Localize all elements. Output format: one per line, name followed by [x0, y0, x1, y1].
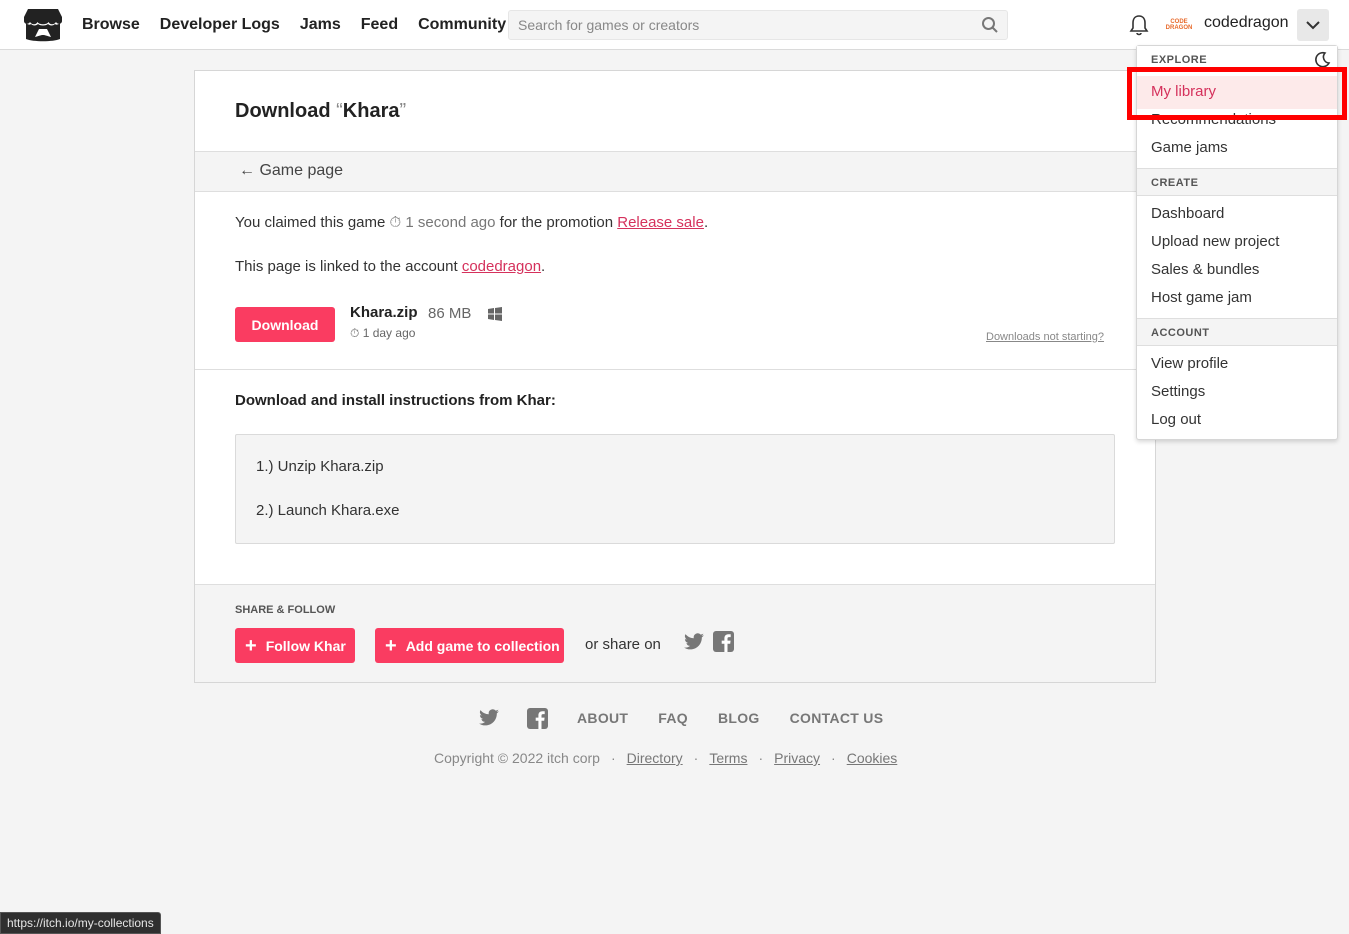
- promotion-link[interactable]: Release sale: [617, 214, 704, 231]
- arrow-left-icon: ←: [239, 162, 260, 179]
- follow-button[interactable]: + Follow Khar: [235, 628, 355, 663]
- instructions-box: 1.) Unzip Khara.zip 2.) Launch Khara.exe: [235, 434, 1115, 544]
- top-header: Browse Developer Logs Jams Feed Communit…: [0, 0, 1349, 50]
- footer-legal: Copyright © 2022 itch corp · Directory ·…: [434, 750, 898, 766]
- user-menu-toggle-button[interactable]: [1297, 9, 1329, 41]
- search-input[interactable]: [509, 11, 969, 39]
- game-name: Khara: [342, 100, 400, 122]
- claimed-message: You claimed this game ⏱ 1 second ago for…: [235, 214, 709, 231]
- menu-log-out[interactable]: Log out: [1151, 411, 1201, 428]
- plus-icon: +: [245, 634, 257, 657]
- menu-settings[interactable]: Settings: [1151, 383, 1205, 400]
- menu-sales-bundles[interactable]: Sales & bundles: [1151, 261, 1259, 278]
- username-label[interactable]: codedragon: [1204, 14, 1289, 32]
- linked-account-link[interactable]: codedragon: [462, 258, 541, 275]
- facebook-icon[interactable]: [527, 707, 548, 729]
- footer-contact-link[interactable]: CONTACT US: [790, 710, 884, 726]
- or-share-label: or share on: [585, 636, 661, 653]
- nav-community[interactable]: Community: [418, 16, 506, 34]
- avatar[interactable]: CODE DRAGON: [1165, 12, 1193, 38]
- menu-upload-new-project[interactable]: Upload new project: [1151, 233, 1279, 250]
- footer-directory-link[interactable]: Directory: [627, 750, 683, 766]
- footer-terms-link[interactable]: Terms: [709, 750, 747, 766]
- create-section-header: CREATE: [1137, 168, 1337, 196]
- share-section: SHARE & FOLLOW + Follow Khar + Add game to…: [195, 584, 1155, 682]
- highlight-box: [1127, 67, 1347, 120]
- search-icon[interactable]: [981, 16, 999, 34]
- browser-status-bar: https://itch.io/my-collections: [0, 912, 161, 934]
- stopwatch-icon: ⏱: [389, 214, 406, 231]
- add-to-collection-button[interactable]: + Add game to collection: [375, 628, 564, 663]
- game-page-link[interactable]: ← Game page: [239, 162, 343, 180]
- nav-jams[interactable]: Jams: [300, 16, 341, 34]
- menu-dashboard[interactable]: Dashboard: [1151, 205, 1224, 222]
- file-date: ⏱ 1 day ago: [350, 326, 416, 340]
- file-name: Khara.zip: [350, 304, 418, 321]
- chevron-down-icon: [1306, 21, 1320, 30]
- twitter-icon[interactable]: [478, 709, 500, 727]
- download-button[interactable]: Download: [235, 307, 335, 342]
- download-card: Download “Khara” ← Game page You claimed…: [194, 70, 1156, 683]
- plus-icon: +: [385, 634, 397, 657]
- footer-faq-link[interactable]: FAQ: [658, 710, 688, 726]
- divider: [195, 369, 1155, 370]
- stopwatch-icon: ⏱: [350, 326, 363, 340]
- footer-privacy-link[interactable]: Privacy: [774, 750, 820, 766]
- facebook-icon[interactable]: [713, 631, 734, 652]
- nav-feed[interactable]: Feed: [361, 16, 398, 34]
- twitter-icon[interactable]: [683, 633, 705, 651]
- page-title: Download “Khara”: [235, 100, 407, 122]
- menu-game-jams[interactable]: Game jams: [1151, 139, 1228, 156]
- windows-icon: [488, 307, 502, 321]
- status-url: https://itch.io/my-collections: [7, 916, 154, 930]
- instruction-step: 1.) Unzip Khara.zip: [256, 458, 384, 475]
- nav-developer-logs[interactable]: Developer Logs: [160, 16, 280, 34]
- avatar-label: CODE DRAGON: [1165, 19, 1193, 31]
- account-section-header: ACCOUNT: [1137, 318, 1337, 346]
- main-nav: Browse Developer Logs Jams Feed Communit…: [82, 0, 506, 50]
- search-box: [508, 10, 1008, 40]
- footer-links: ABOUT FAQ BLOG CONTACT US: [478, 706, 883, 730]
- nav-browse[interactable]: Browse: [82, 16, 140, 34]
- menu-view-profile[interactable]: View profile: [1151, 355, 1228, 372]
- instructions-heading: Download and install instructions from K…: [235, 392, 556, 409]
- downloads-not-starting-link[interactable]: Downloads not starting?: [986, 331, 1104, 343]
- notifications-bell-icon[interactable]: [1128, 13, 1150, 37]
- menu-host-game-jam[interactable]: Host game jam: [1151, 289, 1252, 306]
- game-page-bar: ← Game page: [195, 151, 1155, 192]
- share-follow-label: SHARE & FOLLOW: [235, 604, 336, 616]
- itch-logo-icon[interactable]: [23, 7, 63, 43]
- linked-account-message: This page is linked to the account coded…: [235, 258, 546, 275]
- footer-about-link[interactable]: ABOUT: [577, 710, 628, 726]
- footer-cookies-link[interactable]: Cookies: [847, 750, 898, 766]
- footer-blog-link[interactable]: BLOG: [718, 710, 760, 726]
- copyright-text: Copyright © 2022 itch corp: [434, 750, 600, 766]
- instruction-step: 2.) Launch Khara.exe: [256, 502, 400, 519]
- file-size: 86 MB: [428, 305, 472, 322]
